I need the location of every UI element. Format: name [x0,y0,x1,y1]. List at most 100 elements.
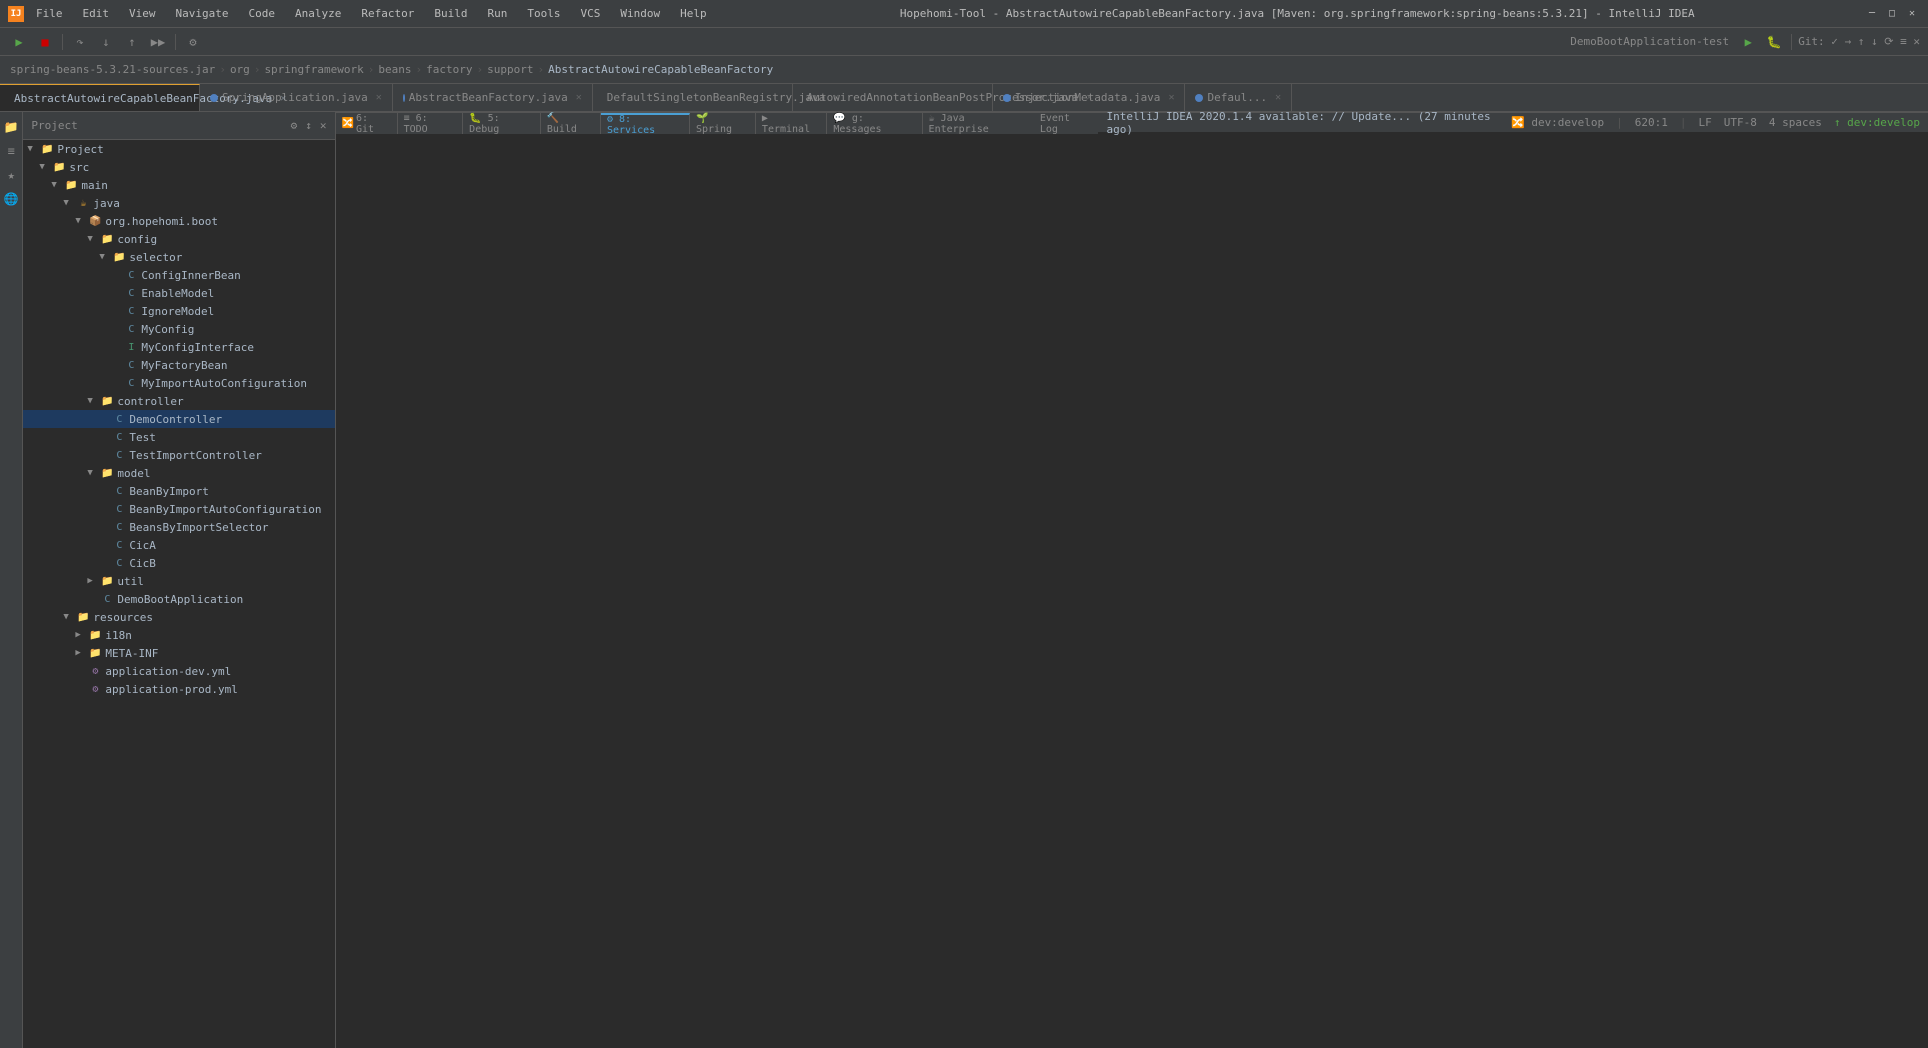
tab-close[interactable]: ✕ [576,92,582,103]
menu-tools[interactable]: Tools [523,5,564,22]
tab-default-short[interactable]: Defaul... ✕ [1185,84,1292,111]
tree-myfactorybean[interactable]: C MyFactoryBean [23,356,334,374]
tree-i18n[interactable]: ▶ 📁 i18n [23,626,334,644]
web-icon[interactable]: 🌐 [0,188,22,210]
structure-icon[interactable]: ≡ [0,140,22,162]
run-config-run[interactable]: ▶ [1737,31,1759,53]
tree-testimportcontroller[interactable]: C TestImportController [23,446,334,464]
tab-close[interactable]: ✕ [1168,92,1174,103]
bc-beans[interactable]: beans [378,63,411,76]
tree-democontroller[interactable]: C DemoController [23,410,334,428]
tab-close[interactable]: ✕ [833,92,839,103]
tab-close[interactable]: ✕ [1086,92,1092,103]
step-over-button[interactable]: ↷ [69,31,91,53]
tree-src[interactable]: ▼ 📁 src [23,158,334,176]
step-out-button[interactable]: ↑ [121,31,143,53]
tree-org-hopehomi[interactable]: ▼ 📦 org.hopehomi.boot [23,212,334,230]
btn-git[interactable]: 🔀 6: Git [336,113,398,134]
tree-beansbyimportselector[interactable]: C BeansByImportSelector [23,518,334,536]
tree-util[interactable]: ▶ 📁 util [23,572,334,590]
minimize-button[interactable]: ─ [1864,6,1880,22]
git-branch[interactable]: 🔀 dev:develop [1511,116,1604,129]
bc-support[interactable]: support [487,63,533,76]
tree-project[interactable]: ▼ 📁 Project [23,140,334,158]
maximize-button[interactable]: □ [1884,6,1900,22]
tree-java[interactable]: ▼ ☕ java [23,194,334,212]
menu-analyze[interactable]: Analyze [291,5,345,22]
btn-services[interactable]: ⚙ 8: Services [601,113,690,134]
tree-controller[interactable]: ▼ 📁 controller [23,392,334,410]
menu-refactor[interactable]: Refactor [357,5,418,22]
favorites-icon[interactable]: ★ [0,164,22,186]
menu-view[interactable]: View [125,5,160,22]
bc-springframework[interactable]: springframework [264,63,363,76]
btn-java-enterprise[interactable]: ☕ Java Enterprise [923,113,1034,134]
tab-abstract-autowire[interactable]: AbstractAutowireCapableBeanFactory.java … [0,84,200,111]
tab-close[interactable]: ✕ [376,92,382,103]
tab-close[interactable]: ✕ [280,93,286,104]
stop-button[interactable]: ■ [34,31,56,53]
btn-build[interactable]: 🔨 Build [541,113,601,134]
tree-myconfiginterface[interactable]: I MyConfigInterface [23,338,334,356]
tree-ignoremodel[interactable]: C IgnoreModel [23,302,334,320]
tree-main[interactable]: ▼ 📁 main [23,176,334,194]
menu-help[interactable]: Help [676,5,711,22]
menu-build[interactable]: Build [430,5,471,22]
menu-navigate[interactable]: Navigate [172,5,233,22]
menu-file[interactable]: File [32,5,67,22]
tree-model[interactable]: ▼ 📁 model [23,464,334,482]
tab-default-singleton[interactable]: DefaultSingletonBeanRegistry.java ✕ [593,84,793,111]
settings-button[interactable]: ⚙ [182,31,204,53]
run-config-debug[interactable]: 🐛 [1763,31,1785,53]
tree-myconfig[interactable]: C MyConfig [23,320,334,338]
tab-spring-application[interactable]: SpringApplication.java ✕ [200,84,393,111]
menu-vcs[interactable]: VCS [576,5,604,22]
project-expand-icon[interactable]: ↕ [305,119,312,132]
tab-close[interactable]: ✕ [1275,92,1281,103]
tree-demobootapp[interactable]: C DemoBootApplication [23,590,334,608]
tab-dot [210,94,218,102]
menu-edit[interactable]: Edit [79,5,114,22]
btn-terminal[interactable]: ▶ Terminal [756,113,827,134]
tree-config[interactable]: ▼ 📁 config [23,230,334,248]
project-icon[interactable]: 📁 [0,116,22,138]
btn-event-log[interactable]: Event Log [1034,113,1099,134]
bc-factory[interactable]: factory [426,63,472,76]
run-button[interactable]: ▶ [8,31,30,53]
tree-cica[interactable]: C CicA [23,536,334,554]
btn-messages[interactable]: 💬 g: Messages [827,113,922,134]
project-settings-icon[interactable]: ⚙ [291,119,298,132]
tab-autowired-annotation[interactable]: AutowiredAnnotationBeanPostProcessor.jav… [793,84,993,111]
close-button[interactable]: ✕ [1904,6,1920,22]
tree-meta-inf[interactable]: ▶ 📁 META-INF [23,644,334,662]
btn-spring[interactable]: 🌱 Spring [690,113,756,134]
tab-abstract-bean-factory[interactable]: AbstractBeanFactory.java ✕ [393,84,593,111]
tree-configinnerbean[interactable]: C ConfigInnerBean [23,266,334,284]
step-into-button[interactable]: ↓ [95,31,117,53]
tree-test[interactable]: C Test [23,428,334,446]
tree-cicb[interactable]: C CicB [23,554,334,572]
tree-item-label: ConfigInnerBean [141,269,240,282]
resume-button[interactable]: ▶▶ [147,31,169,53]
menu-run[interactable]: Run [483,5,511,22]
tree-selector[interactable]: ▼ 📁 selector [23,248,334,266]
toolbar-separator-2 [175,34,176,50]
btn-todo[interactable]: ≡ 6: TODO [398,113,464,134]
bc-org[interactable]: org [230,63,250,76]
project-close-icon[interactable]: ✕ [320,119,327,132]
tree-resources[interactable]: ▼ 📁 resources [23,608,334,626]
bc-class[interactable]: AbstractAutowireCapableBeanFactory [548,63,773,76]
menu-window[interactable]: Window [616,5,664,22]
btn-debug[interactable]: 🐛 5: Debug [463,113,541,134]
line-ending[interactable]: LF [1699,116,1712,129]
tree-enablemodel[interactable]: C EnableModel [23,284,334,302]
menu-code[interactable]: Code [244,5,279,22]
indent-info[interactable]: 4 spaces [1769,116,1822,129]
tree-beanbyimportauto[interactable]: C BeanByImportAutoConfiguration [23,500,334,518]
tree-app-dev[interactable]: ⚙ application-dev.yml [23,662,334,680]
bc-jar[interactable]: spring-beans-5.3.21-sources.jar [10,63,215,76]
tree-myimportauto[interactable]: C MyImportAutoConfiguration [23,374,334,392]
encoding[interactable]: UTF-8 [1724,116,1757,129]
tree-beanbyimport[interactable]: C BeanByImport [23,482,334,500]
tree-app-prod[interactable]: ⚙ application-prod.yml [23,680,334,698]
